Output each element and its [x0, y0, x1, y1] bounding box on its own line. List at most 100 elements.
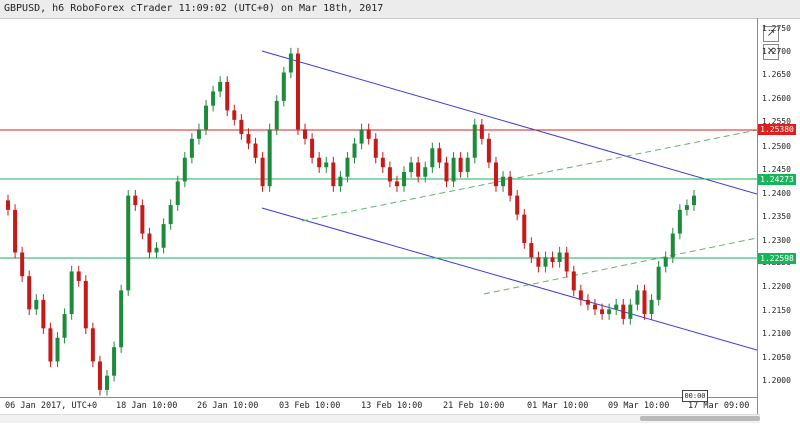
- upper-channel-line[interactable]: [261, 50, 757, 195]
- candle-body: [402, 171, 407, 187]
- date-tick: 06 Jan 2017, UTC+0: [5, 401, 98, 411]
- candle-body: [310, 138, 315, 158]
- date-tick: 18 Jan 10:00: [116, 401, 178, 411]
- candle-body: [83, 280, 88, 329]
- candle-body: [536, 257, 541, 267]
- candle-body: [154, 247, 159, 253]
- price-tick: 1.2450: [762, 165, 791, 174]
- candle-body: [557, 252, 562, 262]
- candle-body: [387, 167, 392, 182]
- candle-body: [48, 328, 53, 362]
- candle-body: [663, 257, 668, 267]
- candle-body: [112, 347, 117, 376]
- candle-body: [204, 105, 209, 130]
- date-tick: 17 Mar 09:00: [688, 401, 750, 411]
- candle-body: [41, 299, 46, 329]
- green-level-badge-upper[interactable]: 1.24273: [758, 174, 796, 185]
- candle-body: [317, 157, 322, 168]
- date-tick: 13 Feb 10:00: [361, 401, 423, 411]
- candle-body: [635, 290, 640, 305]
- candle-body: [168, 205, 173, 225]
- candle-body: [416, 162, 421, 177]
- candle-body: [303, 129, 308, 139]
- price-tick: 1.2750: [762, 24, 791, 33]
- dashed-trend-line-lower[interactable]: [483, 237, 757, 295]
- candle-body: [515, 195, 520, 215]
- candle-body: [501, 176, 506, 187]
- candle-body: [607, 309, 612, 315]
- candle-body: [409, 162, 414, 172]
- date-tick: 03 Feb 10:00: [279, 401, 341, 411]
- candle-body: [600, 309, 605, 315]
- candle-body: [338, 176, 343, 187]
- candle-body: [670, 233, 675, 258]
- candle-body: [274, 100, 279, 130]
- candle-body: [175, 181, 180, 206]
- candle-body: [345, 157, 350, 177]
- candle-body: [253, 143, 258, 158]
- candle-body: [119, 290, 124, 348]
- candle-body: [394, 181, 399, 187]
- green-level-badge-lower[interactable]: 1.22598: [758, 253, 796, 264]
- candle-body: [295, 53, 300, 130]
- price-tick: 1.2300: [762, 236, 791, 245]
- candle-body: [614, 304, 619, 310]
- candle-body: [458, 157, 463, 172]
- price-tick: 1.2600: [762, 94, 791, 103]
- candle-body: [76, 271, 81, 281]
- candle-body: [529, 243, 534, 258]
- candle-body: [437, 148, 442, 163]
- candle-body: [288, 53, 293, 73]
- candle-body: [331, 162, 336, 187]
- candle-body: [324, 162, 329, 168]
- candle-body: [373, 138, 378, 158]
- candle-body: [359, 129, 364, 144]
- candle-body: [6, 200, 10, 210]
- candle-body: [211, 91, 216, 106]
- candle-body: [189, 138, 194, 158]
- price-tick: 1.2100: [762, 329, 791, 338]
- candle-body: [592, 304, 597, 310]
- candle-body: [479, 124, 484, 139]
- candle-body: [55, 337, 60, 362]
- candle-body: [493, 162, 498, 187]
- price-tick: 1.2050: [762, 353, 791, 362]
- price-axis-separator: [757, 18, 758, 414]
- candle-body: [423, 167, 428, 177]
- candle-body: [62, 314, 67, 338]
- candle-body: [97, 361, 102, 390]
- candle-body: [232, 110, 237, 120]
- candle-body: [642, 290, 647, 315]
- candle-body: [20, 252, 25, 277]
- candle-body: [692, 195, 696, 206]
- candle-body: [147, 233, 152, 253]
- candle-body: [105, 375, 110, 390]
- candle-body: [543, 257, 548, 267]
- candle-body: [522, 214, 527, 244]
- candle-body: [380, 157, 385, 168]
- candle-body: [267, 129, 272, 187]
- lower-channel-line[interactable]: [261, 207, 757, 351]
- price-chart[interactable]: [0, 18, 757, 397]
- candle-body: [578, 290, 583, 300]
- candle-body: [649, 299, 654, 315]
- scrollbar-thumb[interactable]: [640, 416, 760, 421]
- candle-body: [90, 328, 95, 362]
- candle-body: [677, 209, 682, 234]
- candle-body: [571, 271, 576, 291]
- price-tick: 1.2400: [762, 189, 791, 198]
- candle-body: [140, 205, 145, 234]
- chart-title: GBPUSD, h6 RoboForex cTrader 11:09:02 (U…: [4, 3, 384, 14]
- candle-body: [13, 209, 18, 253]
- candle-body: [239, 119, 244, 135]
- price-tick: 1.2700: [762, 47, 791, 56]
- red-level-badge[interactable]: 1.25380: [758, 124, 796, 135]
- candle-body: [218, 81, 223, 92]
- date-tick: 01 Mar 10:00: [527, 401, 589, 411]
- title-bar: GBPUSD, h6 RoboForex cTrader 11:09:02 (U…: [0, 0, 800, 19]
- candle-body: [126, 195, 131, 291]
- candle-body: [628, 304, 633, 319]
- candle-body: [133, 195, 138, 206]
- date-tick: 21 Feb 10:00: [443, 401, 505, 411]
- candle-body: [182, 157, 187, 182]
